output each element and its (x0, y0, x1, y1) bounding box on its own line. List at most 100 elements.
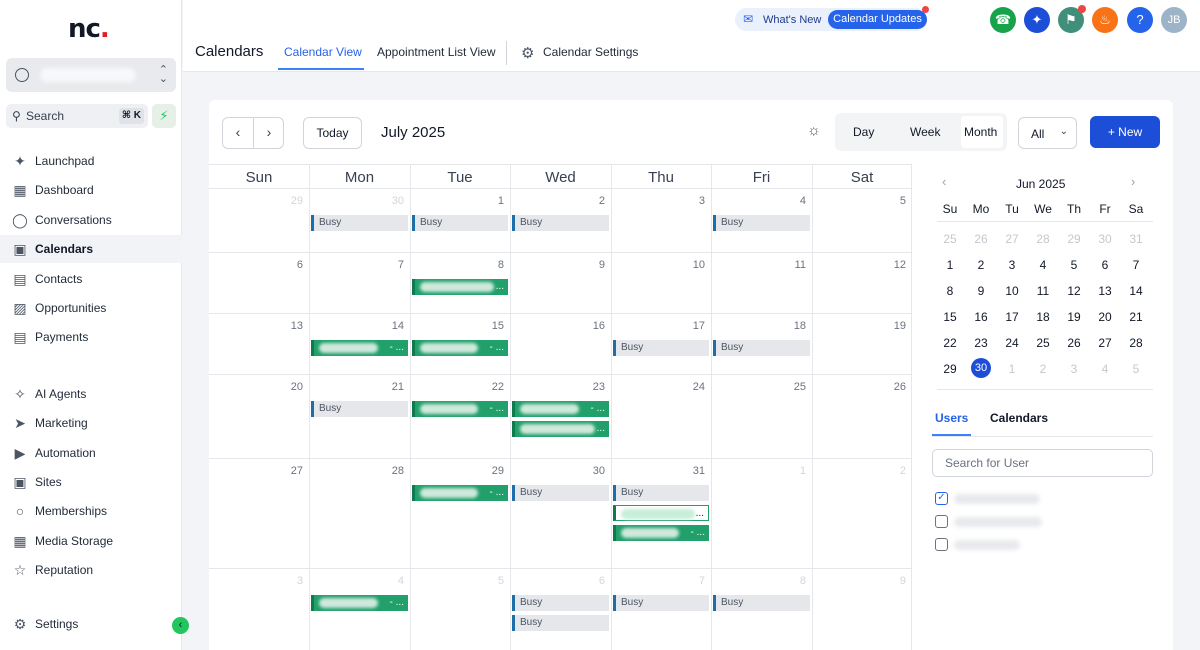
mini-day[interactable]: 16 (970, 310, 992, 324)
day-cell-number[interactable]: 13 (273, 320, 303, 332)
appointment-event[interactable]: - ... (412, 485, 508, 501)
busy-event[interactable]: Busy (613, 595, 709, 611)
day-cell-number[interactable]: 31 (675, 465, 705, 477)
busy-event[interactable]: Busy (412, 215, 508, 231)
mini-day[interactable]: 17 (1001, 310, 1023, 324)
busy-event[interactable]: Busy (512, 485, 609, 501)
mini-day[interactable]: 30 (1094, 232, 1116, 246)
appointment-event[interactable]: - ... (311, 595, 408, 611)
mini-day[interactable]: 19 (1063, 310, 1085, 324)
next-month-button[interactable]: › (254, 124, 284, 140)
mini-day[interactable]: 28 (1032, 232, 1054, 246)
today-button[interactable]: Today (303, 117, 362, 149)
sidebar-item-dashboard[interactable]: ▦ Dashboard (0, 176, 182, 204)
day-cell-number[interactable]: 15 (474, 320, 504, 332)
sidebar-item-conversations[interactable]: ◯ Conversations (0, 206, 182, 234)
mini-day[interactable]: 9 (970, 284, 992, 298)
day-cell-number[interactable]: 5 (876, 195, 906, 207)
sidebar-item-automation[interactable]: ▶ Automation (0, 439, 182, 467)
day-cell-number[interactable]: 26 (876, 381, 906, 393)
day-cell-number[interactable]: 10 (675, 259, 705, 271)
day-cell-number[interactable]: 23 (575, 381, 605, 393)
calendar-updates-pill[interactable]: Calendar Updates (828, 10, 927, 29)
day-cell-number[interactable]: 16 (575, 320, 605, 332)
day-cell-number[interactable]: 19 (876, 320, 906, 332)
busy-event[interactable]: Busy (613, 485, 709, 501)
whats-new-banner[interactable]: ✉ What's New Calendar Updates (735, 6, 929, 31)
sidebar-item-payments[interactable]: ▤ Payments (0, 323, 182, 351)
mini-day[interactable]: 11 (1032, 284, 1054, 298)
collapse-sidebar-button[interactable]: ‹ (172, 617, 189, 634)
day-cell-number[interactable]: 2 (575, 195, 605, 207)
day-cell-number[interactable]: 24 (675, 381, 705, 393)
mini-day[interactable]: 24 (1001, 336, 1023, 350)
sidebar-item-launchpad[interactable]: ✦ Launchpad (0, 147, 182, 175)
mini-day[interactable]: 1 (939, 258, 961, 272)
announcements-button[interactable]: ⚑ (1058, 5, 1086, 33)
account-switcher[interactable]: ⌃ ⌄ (6, 58, 176, 92)
mini-day[interactable]: 3 (1001, 258, 1023, 272)
user-checkbox[interactable]: ✓ (935, 492, 948, 505)
sidebar-item-contacts[interactable]: ▤ Contacts (0, 265, 182, 293)
day-cell-number[interactable]: 1 (776, 465, 806, 477)
sidebar-item-opportunities[interactable]: ▨ Opportunities (0, 294, 182, 322)
mini-day[interactable]: 18 (1032, 310, 1054, 324)
mini-day[interactable]: 20 (1094, 310, 1116, 324)
mini-day[interactable]: 8 (939, 284, 961, 298)
new-button[interactable]: + New (1090, 116, 1160, 148)
day-cell-number[interactable]: 14 (374, 320, 404, 332)
day-cell-number[interactable]: 30 (374, 195, 404, 207)
ai-assistant-button[interactable]: ✦ (1024, 7, 1050, 33)
day-cell-number[interactable]: 21 (374, 381, 404, 393)
sidebar-item-settings[interactable]: ⚙ Settings (0, 610, 182, 638)
busy-event[interactable]: Busy (512, 615, 609, 631)
lightbulb-icon[interactable]: ☼ (807, 122, 821, 139)
tab-calendar-settings[interactable]: Calendar Settings (543, 45, 638, 59)
mini-day[interactable]: 25 (939, 232, 961, 246)
appointment-event[interactable]: - ... (512, 401, 609, 417)
day-cell-number[interactable]: 30 (575, 465, 605, 477)
brand-logo[interactable]: nc. (68, 14, 110, 44)
busy-event[interactable]: Busy (512, 215, 609, 231)
view-day-button[interactable]: Day (853, 125, 874, 139)
day-cell-number[interactable]: 6 (273, 259, 303, 271)
mini-day[interactable]: 28 (1125, 336, 1147, 350)
mini-day[interactable]: 14 (1125, 284, 1147, 298)
tab-calendar-view[interactable]: Calendar View (284, 45, 362, 59)
mini-day[interactable]: 26 (1063, 336, 1085, 350)
help-button[interactable]: ? (1127, 7, 1153, 33)
mini-day[interactable]: 4 (1032, 258, 1054, 272)
user-checkbox[interactable] (935, 538, 948, 551)
tab-calendars[interactable]: Calendars (990, 411, 1048, 425)
day-cell-number[interactable]: 8 (776, 575, 806, 587)
mini-day[interactable]: 23 (970, 336, 992, 350)
appointment-event[interactable]: ... (412, 279, 508, 295)
user-avatar[interactable]: JB (1161, 7, 1187, 33)
prev-month-button[interactable]: ‹ (223, 124, 253, 140)
mini-day[interactable]: 13 (1094, 284, 1116, 298)
phone-button[interactable]: ☎ (990, 7, 1016, 33)
mini-day[interactable]: 2 (970, 258, 992, 272)
day-cell-number[interactable]: 4 (776, 195, 806, 207)
day-cell-number[interactable]: 6 (575, 575, 605, 587)
sidebar-item-media-storage[interactable]: ▦ Media Storage (0, 527, 182, 555)
mini-day[interactable]: 10 (1001, 284, 1023, 298)
sidebar-item-memberships[interactable]: ○ Memberships (0, 497, 182, 525)
busy-event[interactable]: Busy (713, 215, 810, 231)
mini-day[interactable]: 26 (970, 232, 992, 246)
tab-appointment-list-view[interactable]: Appointment List View (377, 45, 496, 59)
sidebar-item-reputation[interactable]: ☆ Reputation (0, 556, 182, 584)
quick-action-button[interactable]: ⚡ (152, 104, 176, 128)
mini-day[interactable]: 31 (1125, 232, 1147, 246)
appointment-event[interactable]: ... (613, 505, 709, 521)
day-cell-number[interactable]: 2 (876, 465, 906, 477)
mini-day[interactable]: 27 (1094, 336, 1116, 350)
sidebar-item-sites[interactable]: ▣ Sites (0, 468, 182, 496)
day-cell-number[interactable]: 5 (474, 575, 504, 587)
day-cell-number[interactable]: 22 (474, 381, 504, 393)
mini-next-button[interactable]: › (1131, 174, 1135, 189)
sidebar-item-marketing[interactable]: ➤ Marketing (0, 409, 182, 437)
appointment-event[interactable]: - ... (412, 401, 508, 417)
mini-prev-button[interactable]: ‹ (942, 174, 946, 189)
appointment-event[interactable]: - ... (412, 340, 508, 356)
